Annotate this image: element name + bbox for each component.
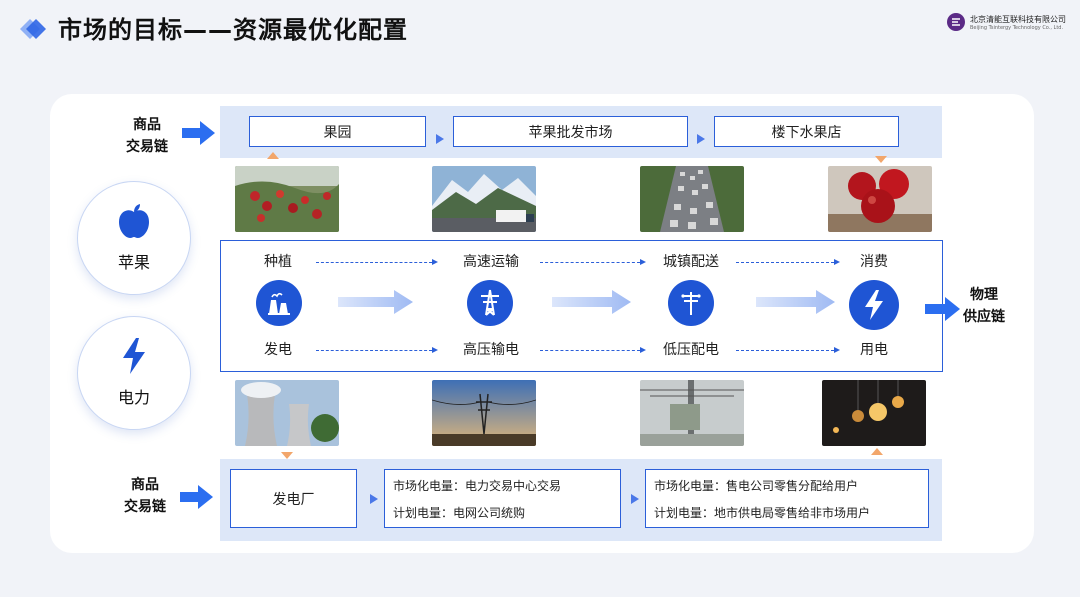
- circle-power-label: 电力: [117, 388, 150, 407]
- brand-mark-icon: [947, 13, 965, 31]
- bottom-chain-label-line1: 商品: [131, 477, 159, 493]
- power-step-lv-distribution: 低压配电: [663, 342, 719, 358]
- power-step-consumption: 用电: [860, 342, 888, 358]
- retail-planned-volume: 计划电量：地市供电局零售给非市场用户: [654, 505, 871, 520]
- flow-arrow-1: [338, 290, 413, 314]
- power-dash-arrow-1: [316, 350, 432, 351]
- power-step-generation: 发电: [264, 342, 292, 358]
- physical-chain-label: 物理 供应链: [955, 284, 1013, 328]
- flow-arrow-3: [756, 290, 835, 314]
- top-chain-step-arrow-2: [697, 134, 705, 144]
- bottom-chain-arrow-icon: [180, 485, 213, 509]
- photo-red-apples: [828, 166, 932, 232]
- page-title: 市场的目标——资源最优化配置: [58, 16, 408, 44]
- photo-traffic-road: [640, 166, 744, 232]
- bottom-chain-label-line2: 交易链: [124, 499, 166, 515]
- bottom-chain-box-retail: 市场化电量：售电公司零售分配给用户 计划电量：地市供电局零售给非市场用户: [645, 469, 929, 528]
- apple-icon: [119, 204, 149, 238]
- apple-dash-arrow-1: [316, 262, 432, 263]
- circle-apple-label: 苹果: [117, 253, 150, 272]
- apple-step-city-delivery: 城镇配送: [663, 254, 719, 270]
- physical-chain-label-line1: 物理: [970, 287, 998, 303]
- transmission-tower-icon: [481, 289, 499, 316]
- bottom-chain-step-arrow-2: [631, 494, 639, 504]
- bottom-chain-box-power-plant: 发电厂: [230, 469, 357, 528]
- power-plant-marker: [281, 452, 293, 459]
- power-dash-head-1: [432, 346, 438, 353]
- apple-step-highway-transport: 高速运输: [463, 254, 519, 270]
- apple-dash-head-1: [432, 258, 438, 265]
- photo-apple-orchard: [235, 166, 339, 232]
- brand-name-en: Beijing Tsintergy Technology Co., Ltd.: [970, 24, 1064, 31]
- lightning-icon: [865, 290, 883, 320]
- retail-market-volume: 市场化电量：售电公司零售分配给用户: [654, 478, 859, 493]
- top-chain-step-arrow-1: [436, 134, 444, 144]
- wholesale-market-volume: 市场化电量：电力交易中心交易: [393, 478, 562, 493]
- fruit-shop-marker: [875, 156, 887, 163]
- brand-logo: 北京清能互联科技有限公司 Beijing Tsintergy Technolog…: [946, 12, 1066, 32]
- photo-light-bulbs: [822, 380, 926, 446]
- top-chain-box-wholesale: 苹果批发市场: [453, 116, 688, 147]
- power-dash-arrow-2: [540, 350, 640, 351]
- top-chain-label: 商品 交易链: [112, 114, 182, 158]
- photo-cooling-towers: [235, 380, 339, 446]
- apple-step-consumption: 消费: [860, 254, 888, 270]
- circle-apple: 苹果: [77, 181, 191, 295]
- title-logo-icon: [20, 19, 46, 39]
- distribution-pole-node: [668, 280, 714, 326]
- power-plant-node: [256, 280, 302, 326]
- power-dash-arrow-3: [736, 350, 834, 351]
- bottom-chain-step-arrow-1: [370, 494, 378, 504]
- power-step-hv-transmission: 高压输电: [463, 342, 519, 358]
- top-chain-box-fruit-shop: 楼下水果店: [714, 116, 899, 147]
- power-dash-head-2: [640, 346, 646, 353]
- bottom-chain-label: 商品 交易链: [110, 474, 180, 518]
- apple-dash-arrow-3: [736, 262, 834, 263]
- physical-chain-label-line2: 供应链: [963, 309, 1005, 325]
- top-chain-label-line1: 商品: [133, 117, 161, 133]
- lightning-icon: [123, 338, 145, 374]
- bottom-chain-box-wholesale: 市场化电量：电力交易中心交易 计划电量：电网公司统购: [384, 469, 621, 528]
- apple-step-planting: 种植: [264, 254, 292, 270]
- flow-arrow-2: [552, 290, 631, 314]
- photo-highway-truck: [432, 166, 536, 232]
- apple-dash-arrow-2: [540, 262, 640, 263]
- distribution-pole-icon: [681, 292, 701, 315]
- orchard-marker: [267, 152, 279, 159]
- top-chain-label-line2: 交易链: [126, 139, 168, 155]
- wholesale-planned-volume: 计划电量：电网公司统购: [393, 505, 526, 520]
- photo-power-lines: [432, 380, 536, 446]
- top-chain-box-orchard: 果园: [249, 116, 426, 147]
- circle-power: 电力: [77, 316, 191, 430]
- transmission-tower-node: [467, 280, 513, 326]
- end-user-marker: [871, 448, 883, 455]
- brand-name-cn: 北京清能互联科技有限公司: [970, 14, 1066, 24]
- photo-transformer: [640, 380, 744, 446]
- apple-dash-head-3: [834, 258, 840, 265]
- consumption-node: [849, 280, 899, 330]
- apple-dash-head-2: [640, 258, 646, 265]
- power-plant-icon: [268, 292, 290, 315]
- power-dash-head-3: [834, 346, 840, 353]
- top-chain-arrow-icon: [182, 121, 215, 145]
